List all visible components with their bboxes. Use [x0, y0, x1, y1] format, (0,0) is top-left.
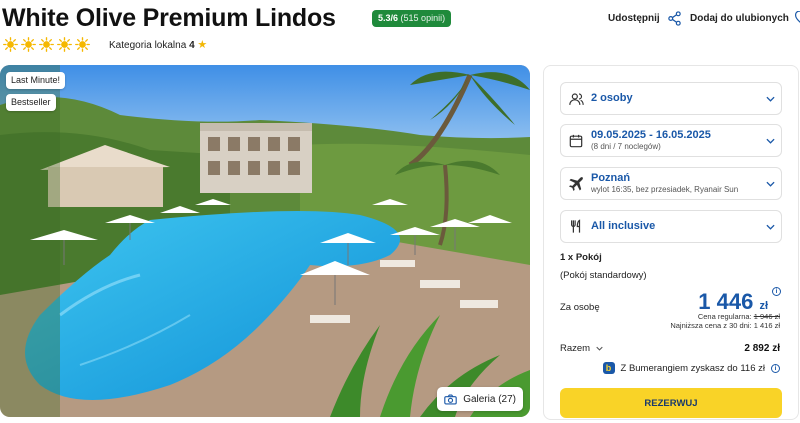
sun-icon [57, 37, 72, 52]
total-price: 2 892 zł [744, 343, 780, 354]
sun-icon [39, 37, 54, 52]
rating-count: (515 opinii) [400, 13, 446, 23]
bestseller-badge: Bestseller [6, 94, 56, 111]
star-icon: ★ [197, 39, 208, 51]
hotel-photo[interactable]: Last Minute! Bestseller Galeria (27) [0, 65, 530, 417]
board-value: All inclusive [591, 220, 656, 232]
booking-panel: 2 osoby 09.05.2025 - 16.05.2025 (8 dni /… [543, 65, 799, 420]
dates-value: 09.05.2025 - 16.05.2025 [591, 129, 711, 141]
rating-score: 5.3/6 [378, 13, 399, 23]
room-type: (Pokój standardowy) [560, 270, 647, 281]
regular-price-value: 1 946 zł [753, 312, 780, 321]
dates-select[interactable]: 09.05.2025 - 16.05.2025 (8 dni / 7 nocle… [560, 124, 782, 157]
room-info: 1 x Pokój (Pokój standardowy) [560, 252, 647, 281]
bumerang-info: b Z Bumerangiem zyskasz do 116 zł i [602, 362, 780, 374]
regular-price-label: Cena regularna: [697, 312, 752, 321]
heart-icon [794, 11, 800, 23]
plane-icon [568, 177, 583, 191]
price-info-icon[interactable]: i [772, 287, 781, 296]
chevron-down-icon [765, 96, 775, 102]
bumerang-text: Z Bumerangiem zyskasz do 116 zł [620, 362, 766, 374]
favorite-label: Dodaj do ulubionych [690, 13, 789, 24]
persons-value: 2 osoby [591, 92, 633, 104]
chevron-down-icon [765, 224, 775, 230]
camera-icon [444, 393, 457, 405]
sun-icon [3, 37, 18, 52]
price-amount: 1 446 [698, 289, 754, 314]
category-value: 4 [189, 40, 195, 51]
price-currency: zł [759, 300, 768, 312]
gallery-label: Galeria (27) [463, 393, 516, 405]
hotel-title: White Olive Premium Lindos [2, 4, 336, 32]
rating-badge[interactable]: 5.3/6 (515 opinii) [372, 10, 452, 27]
share-button[interactable]: Udostępnij [608, 11, 682, 26]
total-toggle[interactable]: Razem [560, 343, 603, 354]
bumerang-icon: b [602, 362, 615, 374]
total-label: Razem [560, 343, 591, 354]
hotel-pool-image [0, 65, 530, 417]
board-select[interactable]: All inclusive [560, 210, 782, 243]
lowest-price-value: 1 416 zł [753, 321, 780, 330]
per-person-label: Za osobę [560, 302, 600, 313]
category-label: Kategoria lokalna [109, 40, 187, 51]
chevron-down-icon [596, 346, 603, 351]
bumerang-info-icon[interactable]: i [771, 363, 780, 373]
flight-select[interactable]: Poznań wylot 16:35, bez przesiadek, Ryan… [560, 167, 782, 200]
departure-city: Poznań [591, 172, 631, 184]
flight-info: wylot 16:35, bez przesiadek, Ryanair Sun [591, 185, 739, 194]
sun-icon [21, 37, 36, 52]
sun-rating [3, 37, 90, 52]
room-count: 1 x Pokój [560, 252, 602, 263]
lowest-price-label: Najniższa cena z 30 dni: [670, 321, 752, 330]
lowest-price: Najniższa cena z 30 dni: 1 416 zł [670, 321, 780, 330]
chevron-down-icon [765, 138, 775, 144]
gallery-button[interactable]: Galeria (27) [437, 387, 523, 411]
last-minute-badge: Last Minute! [6, 72, 66, 89]
favorite-button[interactable]: Dodaj do ulubionych [690, 11, 800, 26]
regular-price: Cena regularna: 1 946 zł [698, 312, 780, 321]
sun-icon [75, 37, 90, 52]
duration-value: (8 dni / 7 noclegów) [591, 142, 661, 151]
calendar-icon [569, 134, 583, 147]
share-icon [667, 11, 681, 26]
users-icon [568, 92, 584, 105]
local-category: Kategoria lokalna 4 ★ [109, 38, 207, 51]
reserve-button[interactable]: REZERWUJ [560, 388, 782, 418]
persons-select[interactable]: 2 osoby [560, 82, 782, 115]
share-label: Udostępnij [608, 13, 660, 24]
cutlery-icon [571, 219, 581, 233]
chevron-down-icon [765, 181, 775, 187]
